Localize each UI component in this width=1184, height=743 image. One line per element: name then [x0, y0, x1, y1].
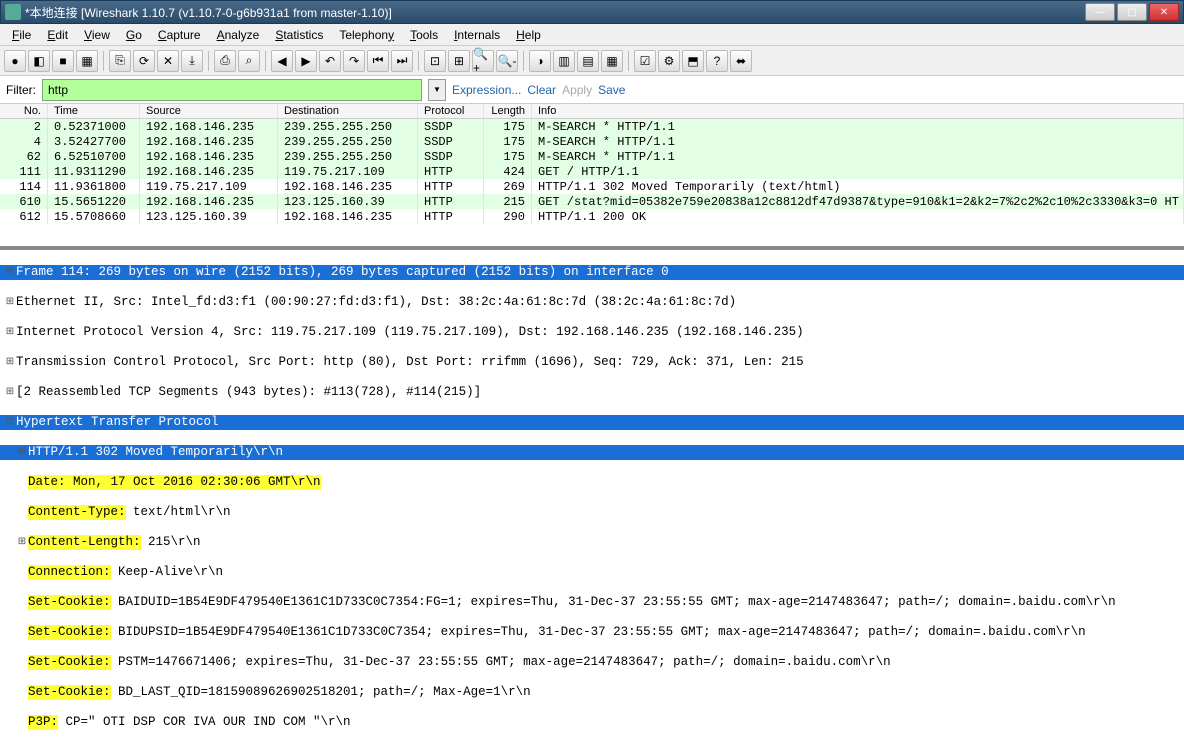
packet-row[interactable]: 20.52371000192.168.146.235239.255.255.25… [0, 119, 1184, 134]
toolbar-button-3[interactable]: ▦ [76, 50, 98, 72]
toolbar-button-4[interactable]: ⎘ [109, 50, 131, 72]
toolbar-button-24[interactable]: ☑ [634, 50, 656, 72]
toolbar-button-23[interactable]: ▦ [601, 50, 623, 72]
detail-content-length[interactable]: ⊞Content-Length: 215\r\n [0, 535, 1184, 550]
packet-row[interactable]: 61215.5708660123.125.160.39192.168.146.2… [0, 209, 1184, 224]
toolbar-button-27[interactable]: ? [706, 50, 728, 72]
filter-save-link[interactable]: Save [598, 83, 625, 97]
toolbar-button-20[interactable]: ◑ [529, 50, 551, 72]
toolbar-button-7[interactable]: ⤓ [181, 50, 203, 72]
col-info[interactable]: Info [532, 104, 1184, 118]
col-length[interactable]: Length [484, 104, 532, 118]
filter-label: Filter: [6, 83, 36, 97]
toolbar-button-11[interactable]: ▶ [295, 50, 317, 72]
packet-list[interactable]: No. Time Source Destination Protocol Len… [0, 104, 1184, 248]
toolbar-button-25[interactable]: ⚙ [658, 50, 680, 72]
toolbar-button-16[interactable]: ⊡ [424, 50, 446, 72]
toolbar-button-8[interactable]: ⎙ [214, 50, 236, 72]
toolbar-button-15[interactable]: ⏭ [391, 50, 413, 72]
menu-analyze[interactable]: Analyze [209, 26, 268, 44]
window-title: *本地连接 [Wireshark 1.10.7 (v1.10.7-0-g6b93… [25, 4, 1085, 21]
menu-statistics[interactable]: Statistics [267, 26, 331, 44]
col-time[interactable]: Time [48, 104, 140, 118]
toolbar-button-0[interactable]: ● [4, 50, 26, 72]
titlebar: *本地连接 [Wireshark 1.10.7 (v1.10.7-0-g6b93… [0, 0, 1184, 24]
detail-date[interactable]: Date: Mon, 17 Oct 2016 02:30:06 GMT\r\n [0, 475, 1184, 490]
toolbar-button-17[interactable]: ⊞ [448, 50, 470, 72]
detail-ethernet[interactable]: ⊞Ethernet II, Src: Intel_fd:d3:f1 (00:90… [0, 295, 1184, 310]
col-source[interactable]: Source [140, 104, 278, 118]
detail-set-cookie-4[interactable]: Set-Cookie: BD_LAST_QID=1815908962690251… [0, 685, 1184, 700]
detail-set-cookie-1[interactable]: Set-Cookie: BAIDUID=1B54E9DF479540E1361C… [0, 595, 1184, 610]
maximize-button[interactable]: ▢ [1117, 3, 1147, 21]
packet-row[interactable]: 43.52427700192.168.146.235239.255.255.25… [0, 134, 1184, 149]
menu-file[interactable]: FFileile [4, 26, 39, 44]
toolbar-button-14[interactable]: ⏮ [367, 50, 389, 72]
filter-clear-link[interactable]: Clear [527, 83, 556, 97]
filter-apply-link[interactable]: Apply [562, 83, 592, 97]
toolbar-button-6[interactable]: ✕ [157, 50, 179, 72]
col-destination[interactable]: Destination [278, 104, 418, 118]
detail-frame[interactable]: ⊞Frame 114: 269 bytes on wire (2152 bits… [0, 265, 1184, 280]
filter-dropdown-icon[interactable]: ▼ [428, 79, 446, 101]
detail-content-type[interactable]: Content-Type: text/html\r\n [0, 505, 1184, 520]
toolbar-button-19[interactable]: 🔍- [496, 50, 518, 72]
menu-edit[interactable]: Edit [39, 26, 76, 44]
detail-connection[interactable]: Connection: Keep-Alive\r\n [0, 565, 1184, 580]
menu-telephony[interactable]: Telephony [331, 26, 402, 44]
toolbar-button-22[interactable]: ▤ [577, 50, 599, 72]
detail-http-status[interactable]: ⊞HTTP/1.1 302 Moved Temporarily\r\n [0, 445, 1184, 460]
window-controls: — ▢ ✕ [1085, 3, 1179, 21]
toolbar-button-28[interactable]: ⬌ [730, 50, 752, 72]
packet-row[interactable]: 61015.5651220192.168.146.235123.125.160.… [0, 194, 1184, 209]
detail-ip[interactable]: ⊞Internet Protocol Version 4, Src: 119.7… [0, 325, 1184, 340]
toolbar-button-13[interactable]: ↷ [343, 50, 365, 72]
packet-list-header: No. Time Source Destination Protocol Len… [0, 104, 1184, 119]
minimize-button[interactable]: — [1085, 3, 1115, 21]
detail-set-cookie-2[interactable]: Set-Cookie: BIDUPSID=1B54E9DF479540E1361… [0, 625, 1184, 640]
menu-capture[interactable]: Capture [150, 26, 209, 44]
detail-http-protocol[interactable]: ⊟Hypertext Transfer Protocol [0, 415, 1184, 430]
col-no[interactable]: No. [0, 104, 48, 118]
menu-help[interactable]: Help [508, 26, 549, 44]
packet-row[interactable]: 11111.9311290192.168.146.235119.75.217.1… [0, 164, 1184, 179]
menu-view[interactable]: View [76, 26, 118, 44]
app-icon [5, 4, 21, 20]
toolbar: ●◧■▦⎘⟳✕⤓⎙⌕◀▶↶↷⏮⏭⊡⊞🔍+🔍-◑▥▤▦☑⚙⬒?⬌ [0, 46, 1184, 76]
col-protocol[interactable]: Protocol [418, 104, 484, 118]
toolbar-button-5[interactable]: ⟳ [133, 50, 155, 72]
toolbar-button-2[interactable]: ■ [52, 50, 74, 72]
menu-tools[interactable]: Tools [402, 26, 446, 44]
menu-internals[interactable]: Internals [446, 26, 508, 44]
toolbar-button-12[interactable]: ↶ [319, 50, 341, 72]
detail-set-cookie-3[interactable]: Set-Cookie: PSTM=1476671406; expires=Thu… [0, 655, 1184, 670]
filter-bar: Filter: ▼ Expression... Clear Apply Save [0, 76, 1184, 104]
packet-row[interactable]: 626.52510700192.168.146.235239.255.255.2… [0, 149, 1184, 164]
toolbar-button-9[interactable]: ⌕ [238, 50, 260, 72]
menu-go[interactable]: Go [118, 26, 150, 44]
detail-tcp[interactable]: ⊞Transmission Control Protocol, Src Port… [0, 355, 1184, 370]
packet-details[interactable]: ⊞Frame 114: 269 bytes on wire (2152 bits… [0, 248, 1184, 743]
filter-input[interactable] [42, 79, 422, 101]
toolbar-button-10[interactable]: ◀ [271, 50, 293, 72]
close-button[interactable]: ✕ [1149, 3, 1179, 21]
menubar: FFileile Edit View Go Capture Analyze St… [0, 24, 1184, 46]
toolbar-button-18[interactable]: 🔍+ [472, 50, 494, 72]
packet-row[interactable]: 11411.9361800119.75.217.109192.168.146.2… [0, 179, 1184, 194]
filter-expression-link[interactable]: Expression... [452, 83, 521, 97]
toolbar-button-21[interactable]: ▥ [553, 50, 575, 72]
toolbar-button-26[interactable]: ⬒ [682, 50, 704, 72]
detail-reassembled[interactable]: ⊞[2 Reassembled TCP Segments (943 bytes)… [0, 385, 1184, 400]
toolbar-button-1[interactable]: ◧ [28, 50, 50, 72]
